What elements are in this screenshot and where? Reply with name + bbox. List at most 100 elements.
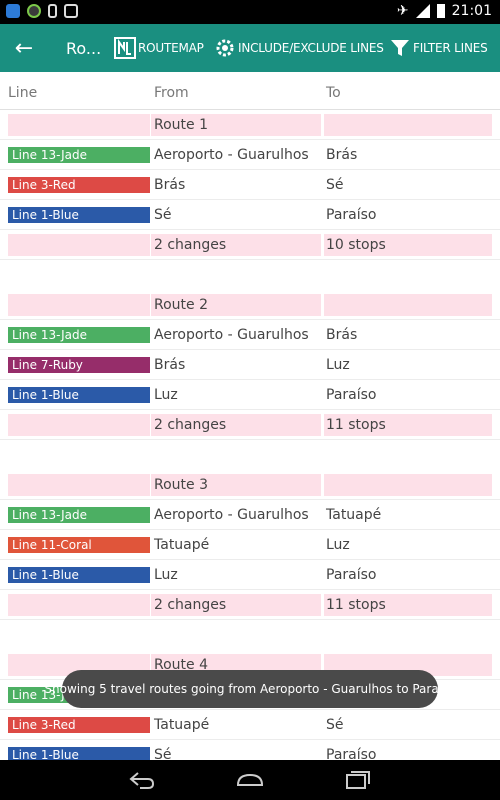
route-summary-row[interactable]: 2 changes 10 stops xyxy=(0,230,500,260)
column-from: From xyxy=(154,85,189,101)
table-row[interactable]: Line 1-Blue Sé Paraíso xyxy=(0,740,500,760)
from-station: Sé xyxy=(154,747,172,760)
line-badge: Line 11-Coral xyxy=(8,537,150,553)
table-header: Line From To xyxy=(0,72,500,110)
route-summary-row[interactable]: 2 changes 11 stops xyxy=(0,590,500,620)
table-row[interactable]: Line 1-Blue Luz Paraíso xyxy=(0,380,500,410)
table-row[interactable]: Line 7-Ruby Brás Luz xyxy=(0,350,500,380)
clock: 21:01 xyxy=(451,3,492,19)
changes-count: 2 changes xyxy=(151,594,321,616)
back-button[interactable]: ← xyxy=(0,24,48,72)
to-cell-empty xyxy=(324,114,492,136)
route-title: Route 2 xyxy=(151,294,321,316)
line-badge: Line 7-Ruby xyxy=(8,357,150,373)
routemap-button[interactable]: ROUTEMAP xyxy=(114,24,204,72)
spacer-row xyxy=(0,440,500,470)
routemap-label: ROUTEMAP xyxy=(138,41,204,55)
nav-back-button[interactable] xyxy=(118,766,166,794)
image-icon xyxy=(64,4,78,18)
from-station: Luz xyxy=(154,387,178,403)
toast-message: Showing 5 travel routes going from Aerop… xyxy=(44,670,456,708)
line-cell-empty xyxy=(8,594,150,616)
table-row[interactable]: Line 11-Coral Tatuapé Luz xyxy=(0,530,500,560)
from-station: Brás xyxy=(154,177,186,193)
from-station: Luz xyxy=(154,567,178,583)
nav-recents-button[interactable] xyxy=(334,766,382,794)
nav-home-button[interactable] xyxy=(226,766,274,794)
line-badge: Line 1-Blue xyxy=(8,567,150,583)
line-cell-empty xyxy=(8,114,150,136)
nav-recents-icon xyxy=(346,771,370,789)
stops-count: 10 stops xyxy=(324,234,492,256)
to-station: Brás xyxy=(326,147,358,163)
signal-icon xyxy=(415,4,430,18)
to-station: Paraíso xyxy=(326,567,377,583)
line-cell-empty xyxy=(8,294,150,316)
stops-count: 11 stops xyxy=(324,414,492,436)
from-station: Aeroporto - Guarulhos xyxy=(154,327,309,343)
nav-home-icon xyxy=(236,773,264,786)
include-exclude-lines-button[interactable]: INCLUDE/EXCLUDE LINES xyxy=(214,24,384,72)
app-notification-icon xyxy=(6,4,20,18)
airplane-mode-icon: ✈ xyxy=(396,3,409,19)
gear-icon xyxy=(214,37,236,59)
to-station: Sé xyxy=(326,717,344,733)
arrow-left-icon: ← xyxy=(14,35,34,61)
to-cell-empty xyxy=(324,294,492,316)
table-row[interactable]: Line 1-Blue Luz Paraíso xyxy=(0,560,500,590)
route-summary-row[interactable]: 2 changes 11 stops xyxy=(0,410,500,440)
from-station: Brás xyxy=(154,357,186,373)
navigation-bar xyxy=(0,760,500,800)
spacer-row xyxy=(0,620,500,650)
line-cell-empty xyxy=(8,234,150,256)
line-badge: Line 3-Red xyxy=(8,177,150,193)
from-station: Sé xyxy=(154,207,172,223)
line-cell-empty xyxy=(8,414,150,436)
routes-table[interactable]: Line From To Route 1 Line 13-Jade Aeroport… xyxy=(0,72,500,760)
route-title: Route 3 xyxy=(151,474,321,496)
notification-icons xyxy=(6,4,78,18)
route-header-row[interactable]: Route 1 xyxy=(0,110,500,140)
from-station: Tatuapé xyxy=(154,717,210,733)
routemap-icon xyxy=(114,37,136,59)
status-bar: ✈ 21:01 xyxy=(0,0,500,24)
table-row[interactable]: Line 13-Jade Aeroporto - Guarulhos Brás xyxy=(0,320,500,350)
filter-icon xyxy=(389,37,411,59)
route-header-row[interactable]: Route 3 xyxy=(0,470,500,500)
column-line: Line xyxy=(8,85,38,101)
filter-lines-button[interactable]: FILTER LINES xyxy=(389,24,488,72)
table-row[interactable]: Line 3-Red Tatuapé Sé xyxy=(0,710,500,740)
changes-count: 2 changes xyxy=(151,234,321,256)
line-badge: Line 13-Jade xyxy=(8,327,150,343)
line-badge: Line 13-Jade xyxy=(8,147,150,163)
page-title: Ro... xyxy=(66,38,102,58)
to-station: Paraíso xyxy=(326,387,377,403)
to-cell-empty xyxy=(324,474,492,496)
line-badge: Line 13-Jade xyxy=(8,507,150,523)
line-badge: Line 1-Blue xyxy=(8,387,150,403)
line-cell-empty xyxy=(8,474,150,496)
line-badge: Line 1-Blue xyxy=(8,747,150,760)
usb-icon xyxy=(48,4,57,18)
table-row[interactable]: Line 1-Blue Sé Paraíso xyxy=(0,200,500,230)
from-station: Tatuapé xyxy=(154,537,210,553)
to-station: Paraíso xyxy=(326,747,377,760)
spacer-row xyxy=(0,260,500,290)
route-header-row[interactable]: Route 2 xyxy=(0,290,500,320)
nav-back-icon xyxy=(129,772,155,789)
column-to: To xyxy=(326,85,341,101)
to-station: Sé xyxy=(326,177,344,193)
line-badge: Line 1-Blue xyxy=(8,207,150,223)
to-station: Paraíso xyxy=(326,207,377,223)
table-row[interactable]: Line 3-Red Brás Sé xyxy=(0,170,500,200)
from-station: Aeroporto - Guarulhos xyxy=(154,147,309,163)
table-row[interactable]: Line 13-Jade Aeroporto - Guarulhos Brás xyxy=(0,140,500,170)
table-row[interactable]: Line 13-JadeAeroporto - Guarulhos Tatuapé xyxy=(0,500,500,530)
to-station: Brás xyxy=(326,327,358,343)
to-station: Tatuapé xyxy=(326,507,382,523)
action-bar: ← Ro... ROUTEMAP INCLUDE/EXCLUDE LINES F… xyxy=(0,24,500,72)
line-badge: Line 3-Red xyxy=(8,717,150,733)
battery-saver-icon xyxy=(27,4,41,18)
route-rows: Route 1 Line 13-Jade Aeroporto - Guarulhos… xyxy=(0,110,500,760)
to-station: Luz xyxy=(326,357,350,373)
